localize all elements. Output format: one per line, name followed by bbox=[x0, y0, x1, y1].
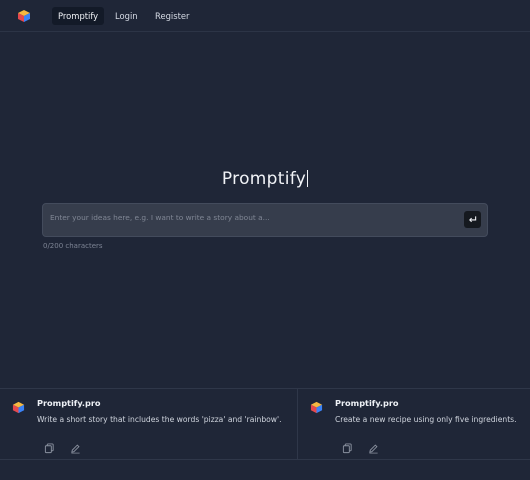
card-prompt-text: Write a short story that includes the wo… bbox=[37, 415, 282, 424]
prompt-input[interactable] bbox=[50, 210, 450, 224]
enter-return-icon bbox=[469, 216, 477, 223]
card-prompt-text: Create a new recipe using only five ingr… bbox=[335, 415, 517, 424]
prompt-card[interactable]: Promptify.pro Write a short story that i… bbox=[0, 389, 298, 460]
nav-item-login[interactable]: Login bbox=[109, 7, 144, 25]
text-cursor bbox=[307, 170, 309, 187]
nav-item-promptify[interactable]: Promptify bbox=[52, 7, 105, 25]
prompt-cards: Promptify.pro Write a short story that i… bbox=[0, 388, 530, 460]
cube-logo-icon bbox=[310, 401, 323, 414]
cube-logo-icon bbox=[12, 401, 25, 414]
top-nav: Promptify Login Register bbox=[0, 0, 530, 32]
title-text: Promptify bbox=[221, 169, 307, 189]
submit-button[interactable] bbox=[464, 211, 481, 228]
character-counter: 0/200 characters bbox=[43, 242, 103, 250]
card-site-name: Promptify.pro bbox=[37, 398, 101, 408]
edit-icon[interactable] bbox=[368, 443, 379, 454]
prompt-box bbox=[42, 203, 488, 237]
edit-icon[interactable] bbox=[70, 443, 81, 454]
copy-icon[interactable] bbox=[342, 443, 353, 454]
page-title: Promptify bbox=[0, 169, 530, 189]
cube-logo-icon[interactable] bbox=[17, 9, 31, 23]
page: Promptify Login Register Promptify 0/200… bbox=[0, 0, 530, 480]
copy-icon[interactable] bbox=[44, 443, 55, 454]
prompt-card[interactable]: Promptify.pro Create a new recipe using … bbox=[298, 389, 530, 460]
card-site-name: Promptify.pro bbox=[335, 398, 399, 408]
nav-item-register[interactable]: Register bbox=[149, 7, 195, 25]
